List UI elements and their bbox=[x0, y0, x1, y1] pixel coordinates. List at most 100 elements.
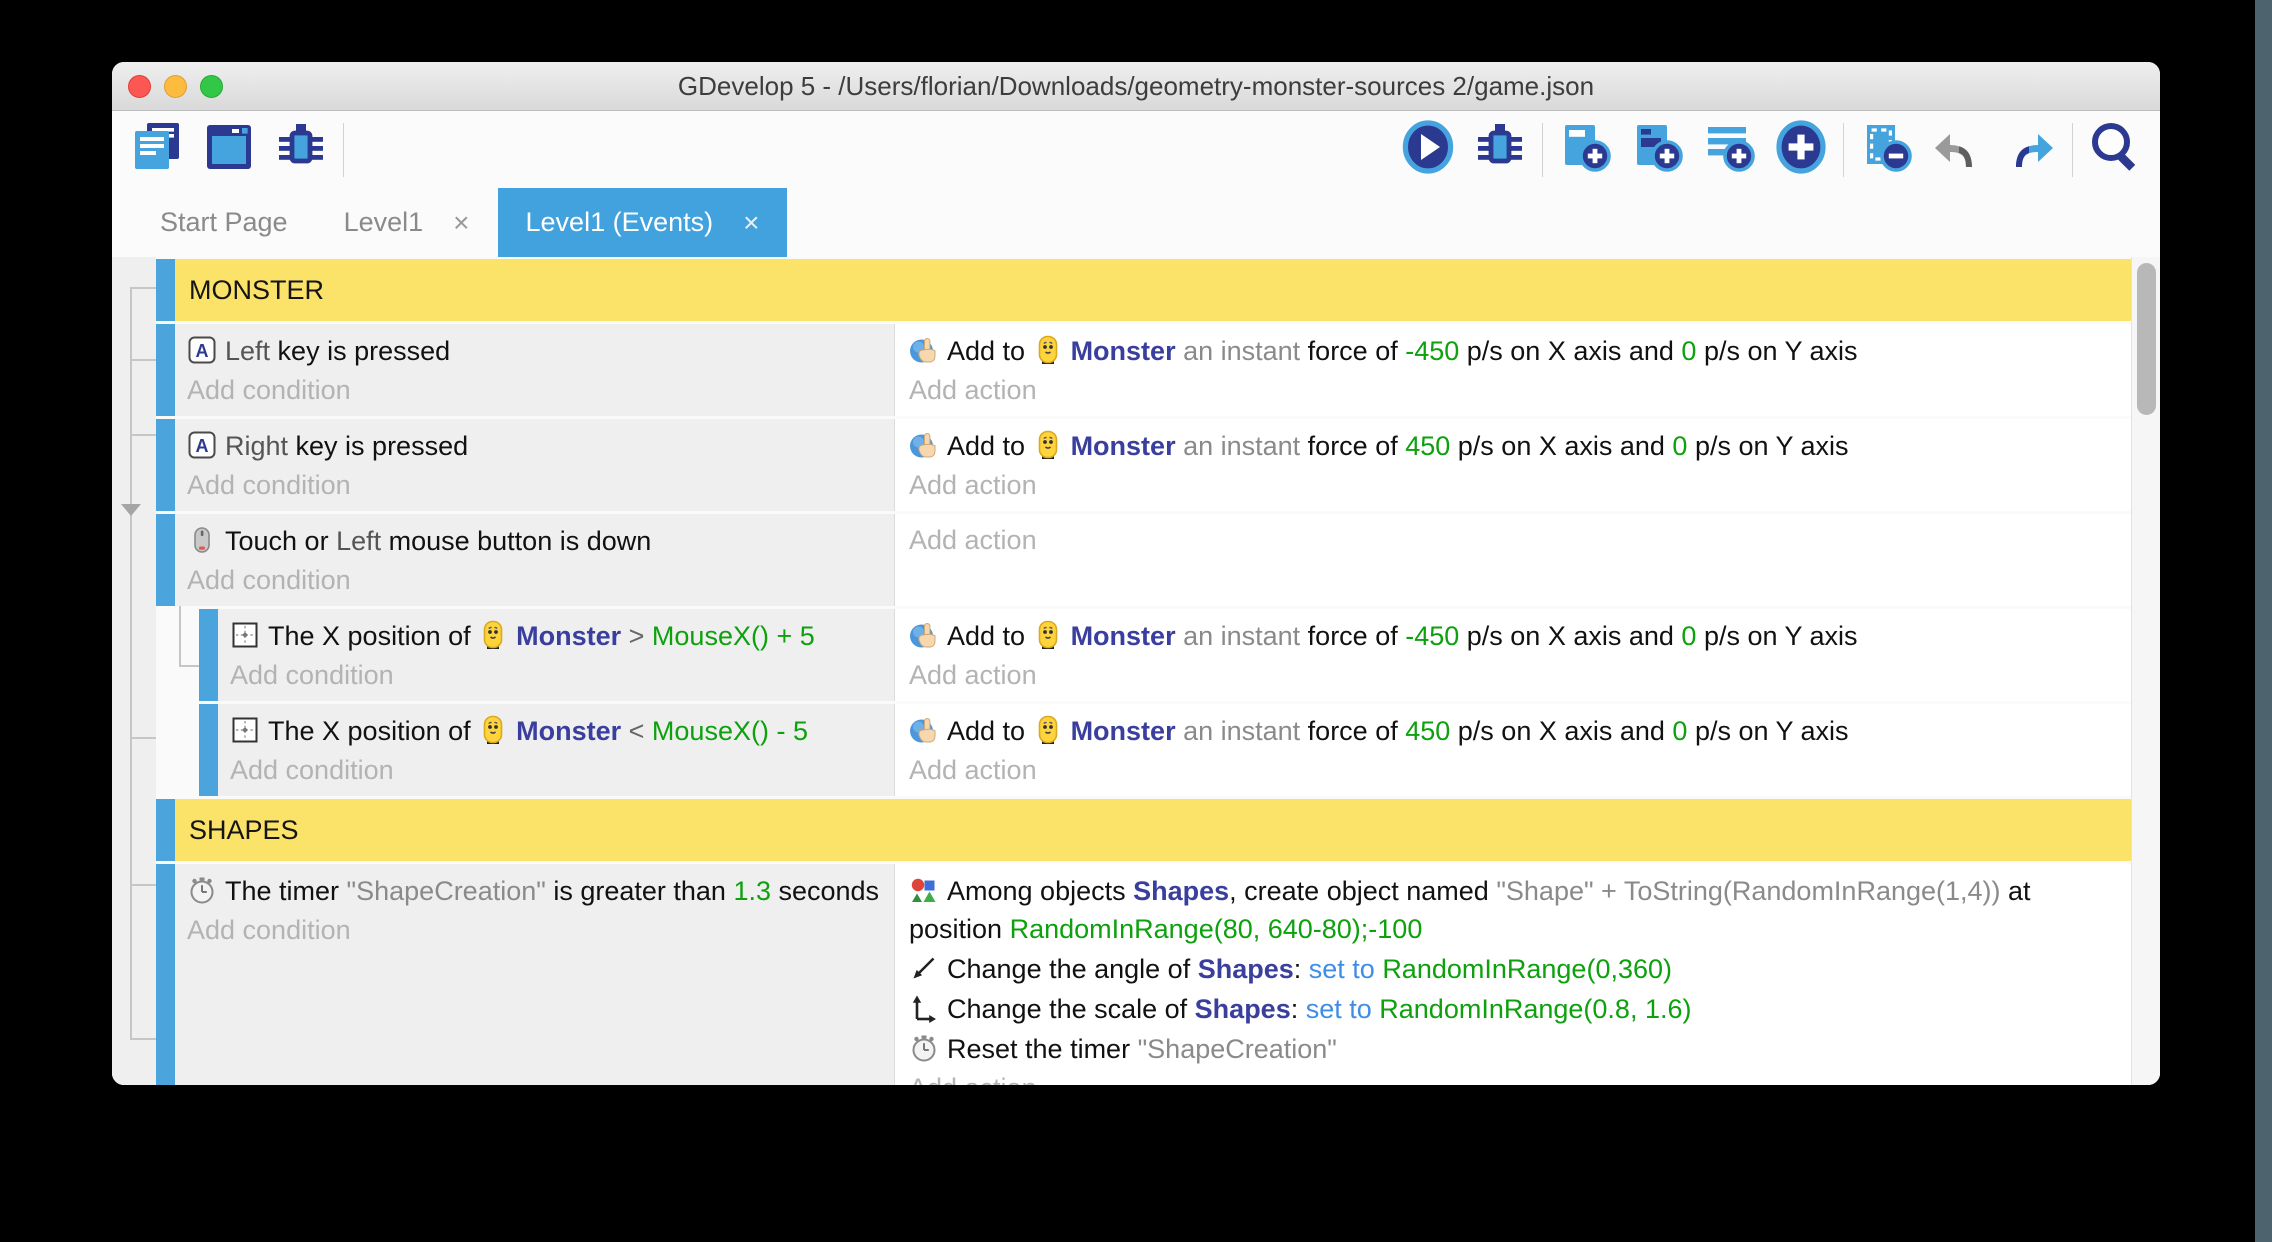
action-line[interactable]: Add to Monster an instant force of 450 p… bbox=[909, 712, 2118, 750]
debug-button[interactable] bbox=[1471, 121, 1529, 179]
condition-line[interactable]: The X position of Monster < MouseX() - 5 bbox=[230, 712, 882, 750]
debugger-button[interactable] bbox=[272, 121, 330, 179]
timer-icon bbox=[909, 1033, 939, 1063]
add-action-button[interactable]: Add action bbox=[909, 467, 2118, 503]
monster-object-icon bbox=[1033, 715, 1063, 745]
close-window-button[interactable] bbox=[128, 75, 151, 98]
add-action-button[interactable]: Add action bbox=[909, 372, 2118, 408]
text-segment: 0 bbox=[1672, 716, 1687, 746]
redo-button[interactable] bbox=[2001, 121, 2059, 179]
tab-level1-events-[interactable]: Level1 (Events)× bbox=[498, 188, 788, 257]
tab-label: Start Page bbox=[160, 207, 288, 238]
conditions-panel[interactable]: ALeft key is pressedAdd condition bbox=[175, 324, 895, 416]
text-segment: -450 bbox=[1405, 621, 1459, 651]
traffic-lights bbox=[128, 62, 223, 110]
event-row[interactable]: A Right key is pressed Add condition Add to… bbox=[156, 419, 2132, 511]
add-condition-button[interactable]: Add condition bbox=[187, 562, 882, 598]
svg-text:A: A bbox=[196, 436, 209, 456]
indent-guide-stub bbox=[130, 287, 156, 289]
conditions-panel[interactable]: The X position of Monster > MouseX() + 5… bbox=[218, 609, 895, 701]
add-subevent-button[interactable] bbox=[1628, 121, 1686, 179]
tab-close-icon[interactable]: × bbox=[453, 209, 469, 237]
add-condition-button[interactable]: Add condition bbox=[187, 912, 882, 948]
text-segment: < bbox=[621, 716, 652, 746]
add-action-button[interactable]: Add action bbox=[909, 522, 2118, 558]
event-row[interactable]: Touch or Left mouse button is downAdd co… bbox=[156, 514, 2132, 606]
object-name: Shapes bbox=[1195, 994, 1291, 1024]
condition-line[interactable]: Touch or Left mouse button is down bbox=[187, 522, 882, 560]
text-segment: set to bbox=[1309, 954, 1383, 984]
actions-panel[interactable]: Among objects Shapes, create object name… bbox=[895, 864, 2132, 1085]
text-segment: force of bbox=[1308, 431, 1406, 461]
conditions-panel[interactable]: The X position of Monster < MouseX() - 5… bbox=[218, 704, 895, 796]
text-segment: key is pressed bbox=[288, 431, 468, 461]
add-condition-button[interactable]: Add condition bbox=[187, 467, 882, 503]
text-segment: Right bbox=[225, 431, 288, 461]
action-line[interactable]: Change the angle of Shapes: set to Rando… bbox=[909, 950, 2118, 988]
object-name: Monster bbox=[1071, 621, 1176, 651]
text-segment: -450 bbox=[1405, 336, 1459, 366]
tab-close-icon[interactable]: × bbox=[743, 209, 759, 237]
project-manager-button[interactable] bbox=[128, 121, 186, 179]
add-comment-button[interactable] bbox=[1700, 121, 1758, 179]
collapse-arrow-icon[interactable] bbox=[121, 504, 141, 516]
scene-editor-button[interactable] bbox=[200, 121, 258, 179]
conditions-panel[interactable]: A Right key is pressed Add condition bbox=[175, 419, 895, 511]
group-header-row[interactable]: SHAPES bbox=[156, 799, 2132, 861]
add-action-button[interactable]: Add action bbox=[909, 752, 2118, 788]
text-segment: : bbox=[1294, 954, 1309, 984]
action-line[interactable]: Reset the timer "ShapeCreation" bbox=[909, 1030, 2118, 1068]
toolbar-divider bbox=[1843, 123, 1844, 177]
text-segment: Reset the timer bbox=[947, 1034, 1138, 1064]
action-line[interactable]: Add to Monster an instant force of -450 … bbox=[909, 332, 2118, 370]
text-segment: Touch or bbox=[225, 526, 336, 556]
indent-guide-stub bbox=[130, 359, 156, 361]
condition-line[interactable]: The timer "ShapeCreation" is greater tha… bbox=[187, 872, 882, 910]
condition-line[interactable]: A Right key is pressed bbox=[187, 427, 882, 465]
action-line[interactable]: Add to Monster an instant force of 450 p… bbox=[909, 427, 2118, 465]
preview-play-button[interactable] bbox=[1399, 121, 1457, 179]
undo-button[interactable] bbox=[1929, 121, 1987, 179]
zoom-window-button[interactable] bbox=[200, 75, 223, 98]
actions-panel[interactable]: Add to Monster an instant force of 450 p… bbox=[895, 704, 2132, 796]
vertical-scrollbar-thumb[interactable] bbox=[2137, 263, 2156, 415]
minimize-window-button[interactable] bbox=[164, 75, 187, 98]
actions-panel[interactable]: Add to Monster an instant force of -450 … bbox=[895, 324, 2132, 416]
event-row[interactable]: The X position of Monster < MouseX() - 5… bbox=[199, 704, 2132, 796]
text-segment: "ShapeCreation" bbox=[347, 876, 546, 906]
vertical-scrollbar-track[interactable] bbox=[2131, 257, 2160, 1085]
text-segment: p/s on X axis and bbox=[1459, 336, 1681, 366]
add-action-button[interactable]: Add action bbox=[909, 657, 2118, 693]
event-row[interactable]: ALeft key is pressedAdd condition Add to … bbox=[156, 324, 2132, 416]
delete-event-button[interactable] bbox=[1857, 121, 1915, 179]
add-other-button[interactable] bbox=[1772, 121, 1830, 179]
event-row[interactable]: The timer "ShapeCreation" is greater tha… bbox=[156, 864, 2132, 1085]
tab-level1[interactable]: Level1× bbox=[316, 188, 498, 257]
condition-line[interactable]: The X position of Monster > MouseX() + 5 bbox=[230, 617, 882, 655]
group-header-row[interactable]: MONSTER bbox=[156, 259, 2132, 321]
event-row[interactable]: The X position of Monster > MouseX() + 5… bbox=[199, 609, 2132, 701]
actions-panel[interactable]: Add to Monster an instant force of 450 p… bbox=[895, 419, 2132, 511]
action-line[interactable]: Add to Monster an instant force of -450 … bbox=[909, 617, 2118, 655]
action-line[interactable]: Change the scale of Shapes: set to Rando… bbox=[909, 990, 2118, 1028]
add-condition-button[interactable]: Add condition bbox=[230, 752, 882, 788]
conditions-panel[interactable]: Touch or Left mouse button is downAdd co… bbox=[175, 514, 895, 606]
add-condition-button[interactable]: Add condition bbox=[230, 657, 882, 693]
add-comment-icon bbox=[1701, 119, 1757, 180]
tab-start-page[interactable]: Start Page bbox=[132, 188, 316, 257]
condition-line[interactable]: ALeft key is pressed bbox=[187, 332, 882, 370]
actions-panel[interactable]: Add to Monster an instant force of -450 … bbox=[895, 609, 2132, 701]
add-action-button[interactable]: Add action bbox=[909, 1070, 2118, 1085]
action-line[interactable]: Among objects Shapes, create object name… bbox=[909, 872, 2118, 948]
search-button[interactable] bbox=[2086, 121, 2144, 179]
debug-icon bbox=[1472, 119, 1528, 180]
monster-object-icon bbox=[1033, 620, 1063, 650]
add-event-button[interactable] bbox=[1556, 121, 1614, 179]
actions-panel[interactable]: Add action bbox=[895, 514, 2132, 606]
conditions-panel[interactable]: The timer "ShapeCreation" is greater tha… bbox=[175, 864, 895, 1085]
text-segment: p/s on Y axis bbox=[1696, 621, 1857, 651]
text-segment: Add to bbox=[947, 621, 1033, 651]
add-condition-button[interactable]: Add condition bbox=[187, 372, 882, 408]
object-name: Monster bbox=[516, 621, 621, 651]
hand-force-icon bbox=[909, 715, 939, 745]
